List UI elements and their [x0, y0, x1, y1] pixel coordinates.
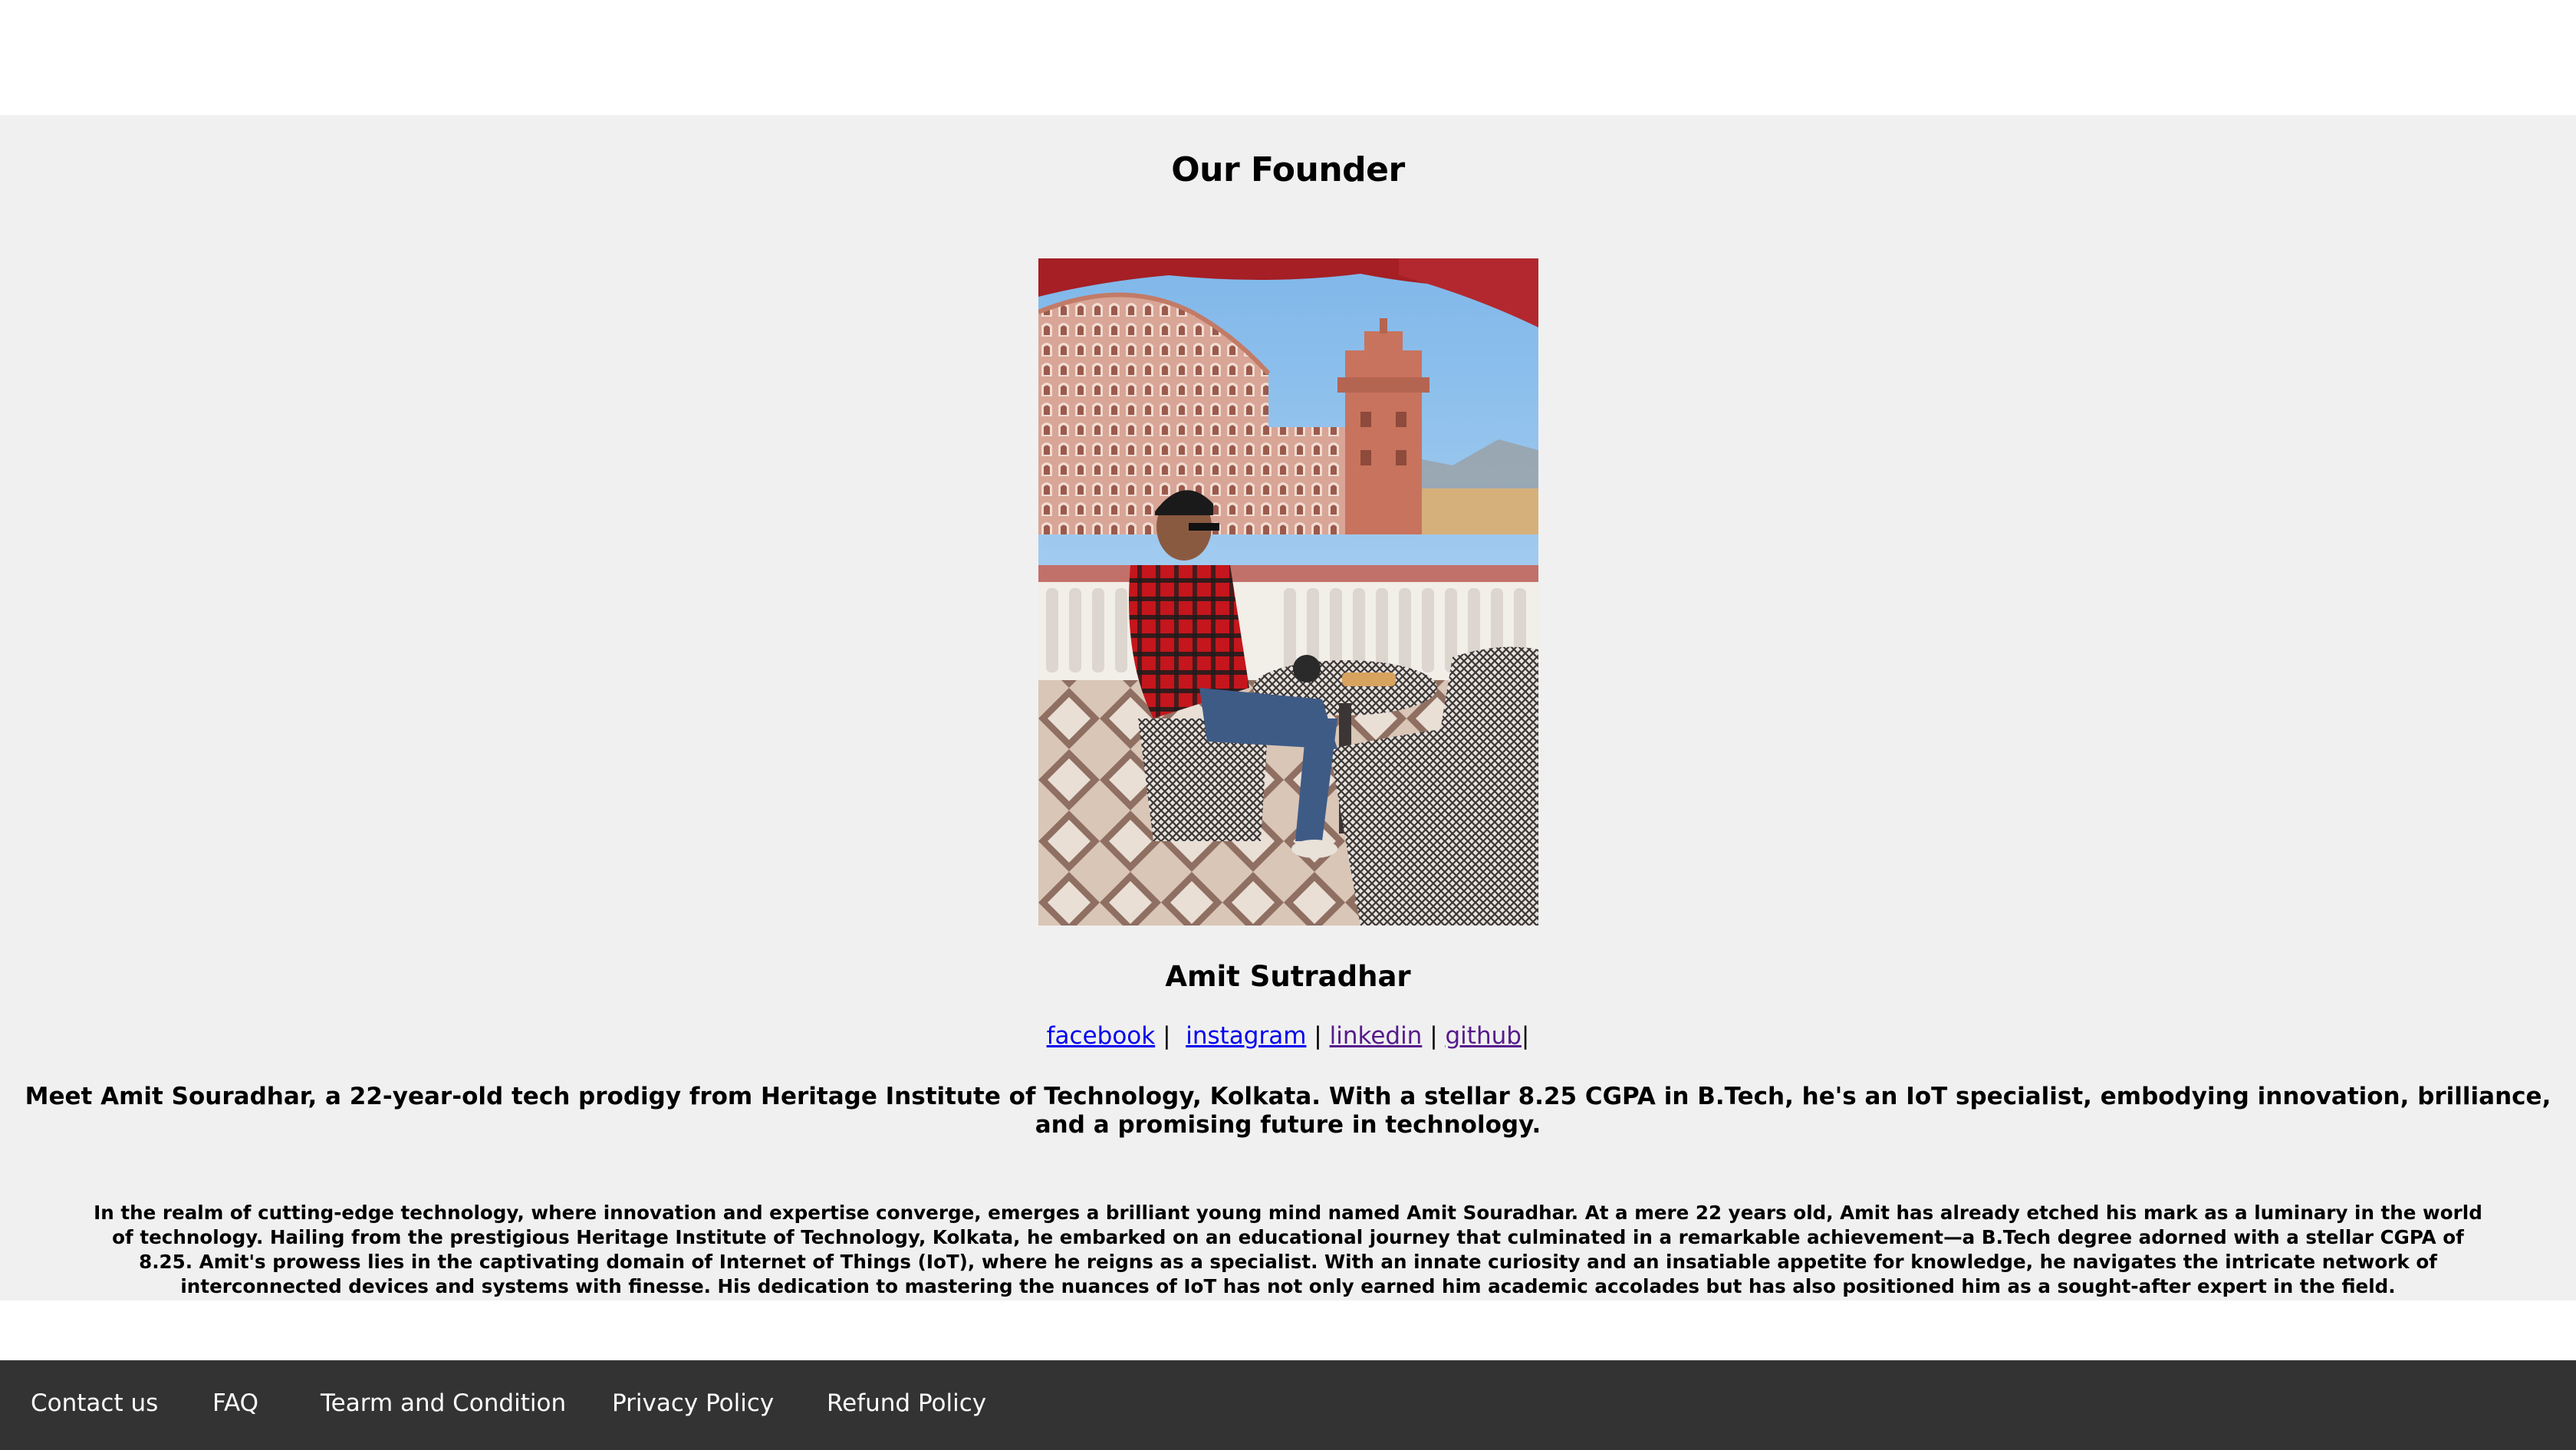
- footer-link-terms[interactable]: Tearm and Condition: [321, 1389, 566, 1417]
- footer-link-refund[interactable]: Refund Policy: [827, 1389, 986, 1417]
- footer-link-faq[interactable]: FAQ: [212, 1389, 258, 1417]
- linkedin-link[interactable]: linkedin: [1330, 1022, 1423, 1050]
- link-separator: |: [1314, 1022, 1322, 1050]
- section-title: Our Founder: [1171, 150, 1405, 189]
- founder-intro: Meet Amit Souradhar, a 22-year-old tech …: [25, 1083, 2551, 1139]
- github-link[interactable]: github: [1446, 1022, 1522, 1050]
- founder-bio: In the realm of cutting-edge technology,…: [94, 1202, 2482, 1297]
- social-links: facebook | instagram | linkedin | github…: [0, 1022, 2576, 1050]
- founder-photo: [1038, 258, 1538, 926]
- top-spacer: [0, 0, 2576, 115]
- site-footer: Contact us FAQ Tearm and Condition Priva…: [0, 1360, 2576, 1450]
- facebook-link[interactable]: facebook: [1047, 1022, 1156, 1050]
- link-separator: |: [1429, 1022, 1438, 1050]
- footer-link-contact[interactable]: Contact us: [31, 1389, 158, 1417]
- founder-name: Amit Sutradhar: [1165, 960, 1411, 993]
- founder-section: Our Founder Amit Sutradhar facebook | in…: [0, 115, 2576, 1300]
- footer-link-privacy[interactable]: Privacy Policy: [612, 1389, 774, 1417]
- link-separator: |: [1521, 1022, 1530, 1050]
- instagram-link[interactable]: instagram: [1186, 1022, 1306, 1050]
- link-separator: |: [1163, 1022, 1171, 1050]
